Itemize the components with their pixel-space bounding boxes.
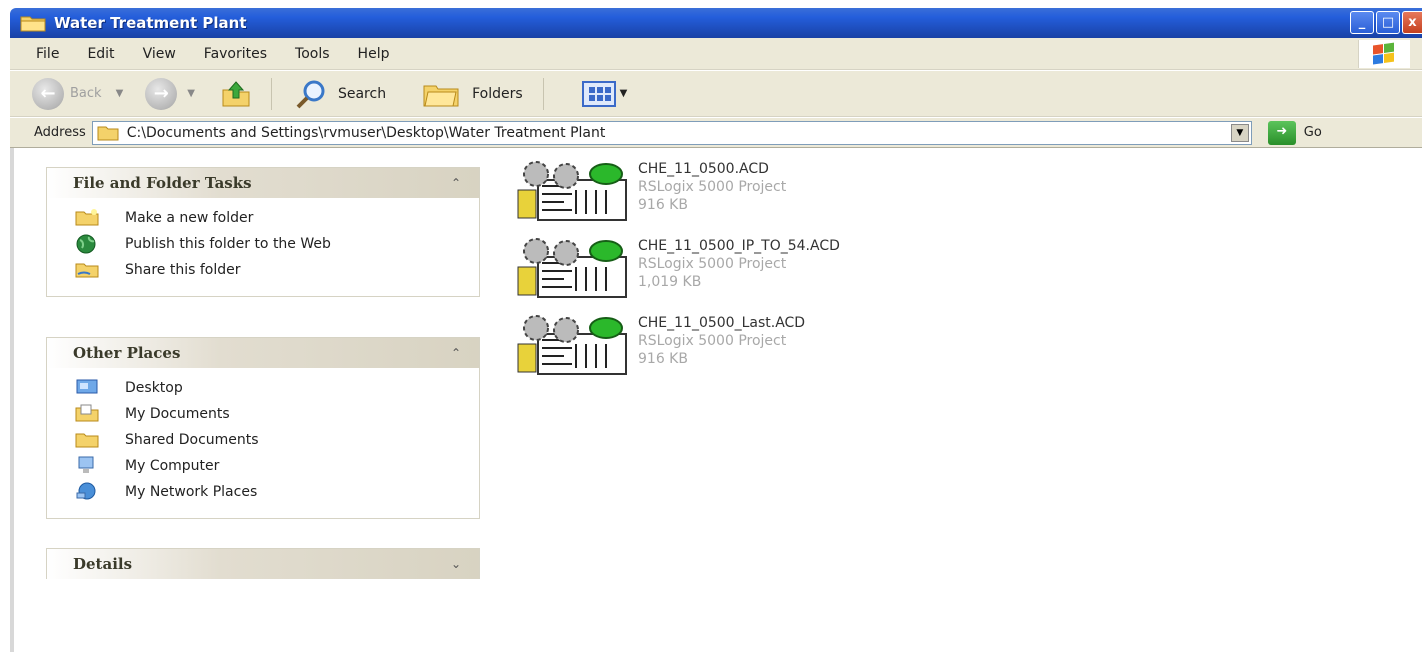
- share-folder-icon: [75, 260, 99, 278]
- forward-dropdown-icon[interactable]: ▼: [187, 88, 195, 99]
- menu-favorites[interactable]: Favorites: [204, 46, 267, 62]
- menu-file[interactable]: File: [36, 46, 59, 62]
- other-places-panel: Other Places ⌃ Desktop My Documents Shar…: [46, 337, 480, 519]
- place-my-computer[interactable]: My Computer: [75, 456, 479, 476]
- close-button[interactable]: x: [1402, 11, 1422, 34]
- up-folder-icon[interactable]: [221, 80, 251, 108]
- back-arrow-icon: ←: [32, 77, 64, 110]
- forward-button[interactable]: → ▼: [145, 77, 195, 110]
- folder-icon: [97, 125, 119, 141]
- file-size: 1,019 KB: [638, 274, 702, 290]
- file-type: RSLogix 5000 Project: [638, 256, 787, 272]
- network-icon: [75, 482, 99, 500]
- other-places-header[interactable]: Other Places ⌃: [47, 338, 479, 368]
- views-icon[interactable]: [581, 80, 616, 107]
- place-label: My Computer: [125, 458, 220, 474]
- address-bar: Address C:\Documents and Settings\rvmuse…: [10, 118, 1422, 148]
- search-button[interactable]: Search: [294, 79, 386, 109]
- file-name: CHE_11_0500_IP_TO_54.ACD: [638, 238, 840, 254]
- menu-help[interactable]: Help: [358, 46, 390, 62]
- file-item[interactable]: CHE_11_0500.ACD RSLogix 5000 Project 916…: [516, 160, 786, 222]
- maximize-button[interactable]: □: [1376, 11, 1400, 34]
- standard-toolbar: ← Back ▼ → ▼ Search Folders ▼: [10, 71, 1422, 117]
- task-label: Share this folder: [125, 262, 241, 278]
- file-size: 916 KB: [638, 351, 688, 367]
- place-label: My Documents: [125, 406, 230, 422]
- file-size: 916 KB: [638, 197, 688, 213]
- address-value: C:\Documents and Settings\rvmuser\Deskto…: [126, 124, 606, 141]
- file-name: CHE_11_0500_Last.ACD: [638, 315, 806, 331]
- file-folder-tasks-panel: File and Folder Tasks ⌃ Make a new folde…: [46, 167, 480, 297]
- address-label: Address: [34, 125, 86, 140]
- minimize-button[interactable]: _: [1350, 11, 1374, 34]
- task-publish-to-web[interactable]: Publish this folder to the Web: [75, 234, 479, 254]
- file-item[interactable]: CHE_11_0500_IP_TO_54.ACD RSLogix 5000 Pr…: [516, 237, 840, 299]
- title-bar[interactable]: Water Treatment Plant _ □ x: [10, 8, 1422, 38]
- file-folder-tasks-header[interactable]: File and Folder Tasks ⌃: [47, 168, 479, 198]
- windows-flag-icon: [1373, 42, 1395, 65]
- computer-icon: [75, 456, 99, 474]
- place-shared-documents[interactable]: Shared Documents: [75, 430, 479, 450]
- folders-icon: [422, 80, 460, 108]
- go-label: Go: [1303, 125, 1322, 140]
- place-my-documents[interactable]: My Documents: [75, 404, 479, 424]
- collapse-chevron-icon[interactable]: ⌃: [451, 176, 461, 190]
- file-name: CHE_11_0500.ACD: [638, 161, 769, 177]
- search-icon: [294, 79, 328, 109]
- folder-icon: [20, 14, 46, 32]
- file-item[interactable]: CHE_11_0500_Last.ACD RSLogix 5000 Projec…: [516, 314, 805, 376]
- rslogix-project-icon: [516, 314, 628, 376]
- menu-bar: File Edit View Favorites Tools Help: [10, 38, 1422, 70]
- place-label: My Network Places: [125, 484, 258, 500]
- new-folder-icon: [75, 208, 99, 226]
- address-dropdown-icon[interactable]: ▼: [1230, 123, 1249, 142]
- expand-chevron-icon[interactable]: ⌄: [451, 557, 461, 571]
- place-label: Desktop: [125, 380, 183, 396]
- panel-title: Other Places: [73, 344, 181, 362]
- task-make-new-folder[interactable]: Make a new folder: [75, 208, 479, 228]
- windows-logo: [1358, 40, 1410, 68]
- place-label: Shared Documents: [125, 432, 259, 448]
- task-share-folder[interactable]: Share this folder: [75, 260, 479, 280]
- rslogix-project-icon: [516, 160, 628, 222]
- forward-arrow-icon: →: [145, 77, 178, 110]
- details-header[interactable]: Details ⌄: [47, 549, 479, 579]
- go-arrow-icon: ➜: [1267, 120, 1296, 145]
- panel-title: File and Folder Tasks: [73, 174, 252, 192]
- window-border: [10, 148, 14, 652]
- views-dropdown-icon[interactable]: ▼: [620, 88, 628, 99]
- window-controls: _ □ x: [1350, 11, 1422, 34]
- place-my-network-places[interactable]: My Network Places: [75, 482, 479, 502]
- globe-icon: [75, 234, 99, 254]
- menu-view[interactable]: View: [143, 46, 176, 62]
- back-button[interactable]: ← Back ▼: [32, 77, 124, 110]
- panel-title: Details: [73, 555, 133, 573]
- back-label: Back: [70, 86, 102, 101]
- rslogix-project-icon: [516, 237, 628, 299]
- search-label: Search: [337, 85, 387, 102]
- toolbar-separator: [270, 77, 272, 110]
- window-title: Water Treatment Plant: [54, 14, 247, 32]
- address-input[interactable]: C:\Documents and Settings\rvmuser\Deskto…: [91, 120, 1252, 145]
- collapse-chevron-icon[interactable]: ⌃: [451, 346, 461, 360]
- menu-tools[interactable]: Tools: [295, 46, 330, 62]
- task-label: Make a new folder: [125, 210, 254, 226]
- details-panel: Details ⌄: [46, 548, 480, 579]
- folders-label: Folders: [472, 85, 523, 102]
- menu-edit[interactable]: Edit: [87, 46, 114, 62]
- task-label: Publish this folder to the Web: [125, 236, 331, 252]
- toolbar-separator: [542, 77, 544, 110]
- go-button[interactable]: ➜ Go: [1267, 120, 1322, 145]
- shared-folder-icon: [75, 430, 99, 448]
- back-dropdown-icon[interactable]: ▼: [116, 88, 124, 99]
- file-type: RSLogix 5000 Project: [638, 333, 787, 349]
- place-desktop[interactable]: Desktop: [75, 378, 479, 398]
- desktop-icon: [75, 378, 99, 396]
- folders-button[interactable]: Folders: [398, 80, 523, 108]
- file-type: RSLogix 5000 Project: [638, 179, 787, 195]
- documents-folder-icon: [75, 404, 99, 422]
